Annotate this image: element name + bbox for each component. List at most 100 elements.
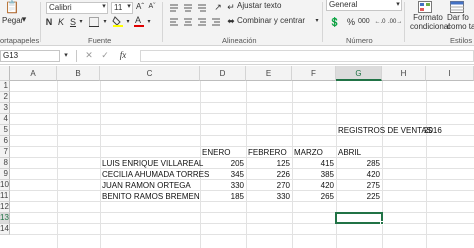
align-top-icon[interactable] xyxy=(170,4,210,14)
styles-group-label: Estilos xyxy=(450,36,473,45)
sales-value[interactable]: 345 xyxy=(200,169,244,180)
sales-value[interactable]: 330 xyxy=(246,191,290,202)
row-header[interactable]: 3 xyxy=(0,103,10,114)
formula-bar: G13 ▾ ✕ ✓ fx xyxy=(0,47,474,65)
record-name[interactable]: LUIS ENRIQUE VILLAREAL xyxy=(102,158,203,169)
row-header-selected[interactable]: 13 xyxy=(0,213,10,224)
row-header[interactable]: 12 xyxy=(0,202,10,213)
function-icon[interactable]: fx xyxy=(116,50,130,60)
font-name-select[interactable]: Calibri xyxy=(46,2,108,14)
chevron-down-icon[interactable]: ▾ xyxy=(62,51,70,61)
sales-value[interactable]: 420 xyxy=(292,180,334,191)
selected-cell[interactable] xyxy=(335,212,383,224)
month-header-marzo[interactable]: MARZO xyxy=(294,147,323,158)
column-header[interactable]: F xyxy=(292,66,336,81)
format-as-table-button[interactable]: Dar fo como ta xyxy=(447,13,474,31)
alignment-group-label: Alineación xyxy=(222,36,257,45)
record-name[interactable]: JUAN RAMON ORTEGA xyxy=(102,180,191,191)
number-format-select[interactable]: General xyxy=(326,0,402,11)
chevron-down-icon[interactable]: ▾ xyxy=(146,17,152,27)
column-header[interactable]: C xyxy=(100,66,200,81)
column-header[interactable]: D xyxy=(200,66,246,81)
row-header[interactable]: 6 xyxy=(0,136,10,147)
italic-button[interactable]: K xyxy=(56,17,66,27)
select-all-corner[interactable] xyxy=(0,66,10,81)
sales-value[interactable]: 205 xyxy=(200,158,244,169)
sheet-title[interactable]: REGISTROS DE VENTAS xyxy=(338,125,432,136)
chevron-down-icon[interactable]: ▾ xyxy=(100,2,108,12)
row-header[interactable]: 8 xyxy=(0,158,10,169)
borders-icon[interactable] xyxy=(88,17,100,29)
row-header[interactable]: 11 xyxy=(0,191,10,202)
bold-button[interactable]: N xyxy=(44,17,54,27)
sales-value[interactable]: 185 xyxy=(200,191,244,202)
clipboard-group-label: ortapapeles xyxy=(0,36,40,45)
sales-value[interactable]: 330 xyxy=(200,180,244,191)
fill-handle[interactable] xyxy=(380,221,384,225)
svg-text:A: A xyxy=(135,15,141,25)
row-header[interactable]: 4 xyxy=(0,114,10,125)
spreadsheet-grid[interactable]: A B C D E F G H I 1 2 3 4 5 6 7 8 9 10 1… xyxy=(0,66,474,248)
percent-icon[interactable]: % xyxy=(346,17,356,27)
confirm-icon[interactable]: ✓ xyxy=(100,50,110,60)
number-group-label: Número xyxy=(346,36,373,45)
month-header-enero[interactable]: ENERO xyxy=(202,147,230,158)
decrease-decimal-icon[interactable]: .00→ xyxy=(388,17,402,27)
column-header[interactable]: A xyxy=(10,66,57,81)
orientation-icon[interactable]: ↗ xyxy=(212,2,224,12)
wrap-text-button[interactable]: Ajustar texto xyxy=(237,1,281,11)
cancel-icon[interactable]: ✕ xyxy=(84,50,94,60)
row-header[interactable]: 5 xyxy=(0,125,10,136)
record-name[interactable]: BENITO RAMOS BREMEN xyxy=(102,191,200,202)
paste-icon[interactable]: 📋 xyxy=(4,1,20,16)
sales-value[interactable]: 226 xyxy=(246,169,290,180)
column-header[interactable]: E xyxy=(246,66,292,81)
merge-center-button[interactable]: Combinar y centrar xyxy=(237,16,305,26)
fill-color-icon[interactable] xyxy=(112,15,124,29)
sales-value[interactable]: 225 xyxy=(336,191,380,202)
month-header-febrero[interactable]: FEBRERO xyxy=(248,147,287,158)
chevron-down-icon[interactable]: ▾ xyxy=(125,2,133,12)
row-header[interactable]: 2 xyxy=(0,92,10,103)
conditional-format-button[interactable]: Formato condicional xyxy=(410,13,450,31)
chevron-down-icon[interactable]: ▾ xyxy=(314,16,320,26)
underline-button[interactable]: S xyxy=(68,17,78,27)
column-header[interactable]: B xyxy=(57,66,100,81)
chevron-down-icon[interactable]: ▾ xyxy=(394,0,402,10)
sales-value[interactable]: 270 xyxy=(246,180,290,191)
increase-font-icon[interactable]: Aˆ xyxy=(135,2,145,12)
currency-icon[interactable]: 💲 xyxy=(328,17,342,27)
chevron-down-icon[interactable]: ▾ xyxy=(125,17,131,27)
record-name[interactable]: CECILIA AHUMADA TORRES xyxy=(102,169,209,180)
formula-input[interactable] xyxy=(140,50,474,62)
name-box[interactable]: G13 xyxy=(0,50,60,62)
sales-value[interactable]: 285 xyxy=(336,158,380,169)
font-color-icon[interactable]: A xyxy=(133,15,145,29)
decrease-font-icon[interactable]: Aˇ xyxy=(147,2,157,12)
chevron-down-icon[interactable]: ▾ xyxy=(78,17,84,27)
row-header[interactable]: 9 xyxy=(0,169,10,180)
chevron-down-icon[interactable]: ▾ xyxy=(102,17,108,27)
merge-icon[interactable]: ⬌ xyxy=(227,16,235,26)
sales-value[interactable]: 415 xyxy=(292,158,334,169)
align-left-icon[interactable] xyxy=(170,18,222,28)
sales-value[interactable]: 275 xyxy=(336,180,380,191)
font-group-label: Fuente xyxy=(88,36,112,45)
wrap-text-icon[interactable]: ↵ xyxy=(227,2,235,12)
row-header[interactable]: 7 xyxy=(0,147,10,158)
chevron-down-icon[interactable]: ▾ xyxy=(20,14,28,24)
thousands-icon[interactable]: 000 xyxy=(358,17,370,27)
column-header[interactable]: H xyxy=(382,66,426,81)
column-header-selected[interactable]: G xyxy=(336,66,382,81)
column-header[interactable]: I xyxy=(426,66,474,81)
row-header[interactable]: 14 xyxy=(0,224,10,235)
row-header[interactable]: 1 xyxy=(0,81,10,92)
sheet-year[interactable]: 2016 xyxy=(424,125,442,136)
increase-decimal-icon[interactable]: ←.0 xyxy=(374,17,386,27)
sales-value[interactable]: 420 xyxy=(336,169,380,180)
row-header[interactable]: 10 xyxy=(0,180,10,191)
sales-value[interactable]: 125 xyxy=(246,158,290,169)
month-header-abril[interactable]: ABRIL xyxy=(338,147,361,158)
sales-value[interactable]: 265 xyxy=(292,191,334,202)
sales-value[interactable]: 385 xyxy=(292,169,334,180)
